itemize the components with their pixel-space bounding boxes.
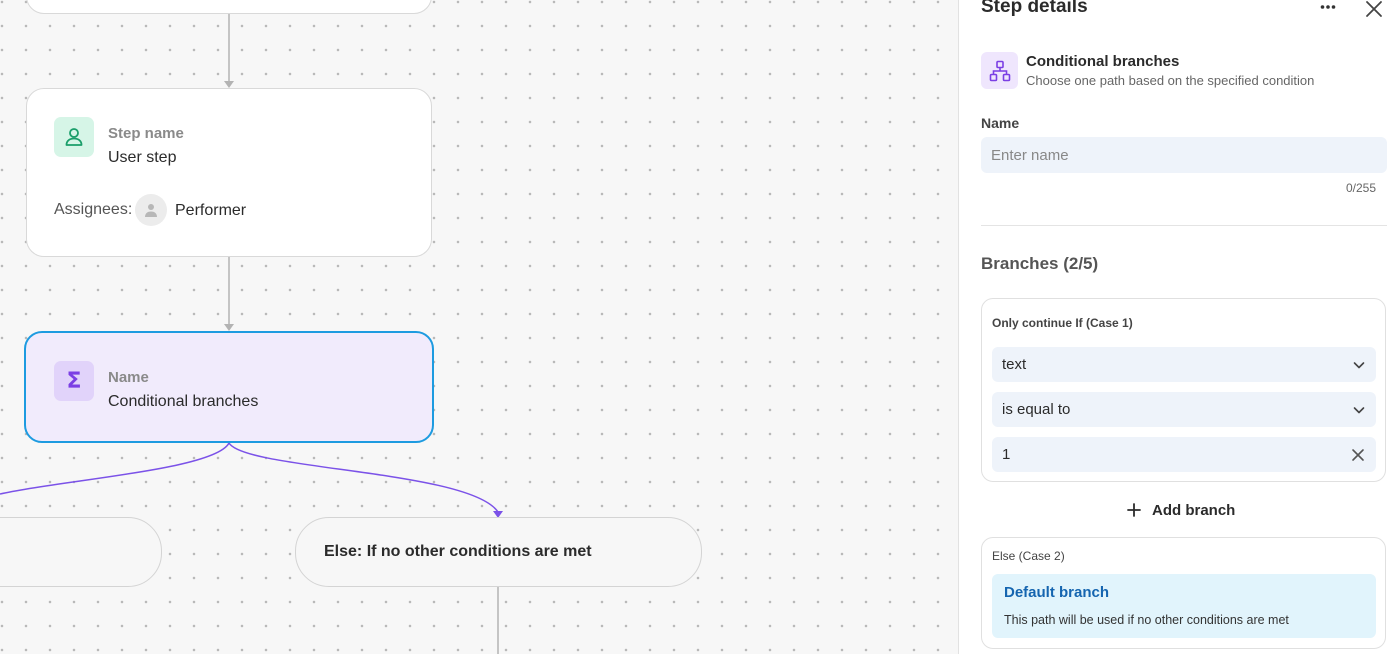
- default-branch-description: This path will be used if no other condi…: [1004, 613, 1289, 627]
- assignees-label: Assignees:: [54, 201, 133, 218]
- step-type-title: Conditional branches: [1026, 53, 1180, 70]
- add-branch-label: Add branch: [1152, 501, 1236, 519]
- branch-node-else[interactable]: Else: If no other conditions are met: [295, 517, 702, 587]
- default-branch-box: Default branch This path will be used if…: [992, 574, 1376, 638]
- user-step-node[interactable]: Step name User step Assignees: Performer: [26, 88, 432, 257]
- branch-line-left: [0, 442, 230, 495]
- assignee-name: Performer: [175, 202, 247, 219]
- step-details-panel: Step details Conditional branches Choose…: [958, 0, 1399, 654]
- cond-step-label: Name: [108, 369, 149, 386]
- case1-operator-select[interactable]: is equal to: [992, 392, 1376, 427]
- workflow-canvas[interactable]: Step name User step Assignees: Performer…: [0, 0, 958, 654]
- add-branch-button[interactable]: Add branch: [1127, 498, 1235, 522]
- else-branch-label: Else: If no other conditions are met: [324, 543, 592, 560]
- chevron-down-icon: [1353, 361, 1365, 368]
- case1-value-text: 1: [1002, 446, 1011, 463]
- case2-card: Else (Case 2) Default branch This path w…: [981, 537, 1386, 649]
- case1-title: Only continue If (Case 1): [992, 316, 1133, 330]
- user-icon: [54, 117, 94, 157]
- name-field-label: Name: [981, 115, 1020, 131]
- case1-card: Only continue If (Case 1) text is equal …: [981, 298, 1386, 482]
- step-type-description: Choose one path based on the specified c…: [1026, 73, 1315, 88]
- case1-value-input[interactable]: 1: [992, 437, 1376, 472]
- default-branch-title: Default branch: [1004, 584, 1110, 601]
- conditional-branches-node[interactable]: Σ Name Conditional branches: [24, 331, 434, 443]
- branch-node-case1[interactable]: [0, 517, 162, 587]
- branch-line-else: [228, 442, 499, 513]
- case1-operator-value: is equal to: [1002, 401, 1071, 418]
- name-input[interactable]: [981, 137, 1387, 173]
- close-icon[interactable]: [1363, 0, 1385, 20]
- plus-icon: [1127, 503, 1141, 517]
- cond-step-value: Conditional branches: [108, 393, 259, 410]
- case2-title: Else (Case 2): [992, 549, 1065, 563]
- chevron-down-icon: [1353, 406, 1365, 413]
- panel-title: Step details: [981, 0, 1088, 17]
- person-icon: [145, 204, 157, 217]
- divider: [981, 225, 1387, 226]
- name-char-counter: 0/255: [1346, 181, 1377, 195]
- sigma-icon: Σ: [54, 361, 94, 401]
- ellipsis-icon[interactable]: [1316, 0, 1340, 16]
- avatar: [135, 194, 167, 226]
- user-step-label: Step name: [108, 125, 184, 142]
- case1-field-value: text: [1002, 356, 1027, 373]
- branches-title: Branches (2/5): [981, 254, 1099, 273]
- user-step-value: User step: [108, 149, 177, 166]
- hierarchy-icon: [981, 52, 1018, 89]
- arrowhead-cond: [224, 324, 234, 331]
- case1-field-select[interactable]: text: [992, 347, 1376, 382]
- arrowhead-user: [224, 81, 234, 88]
- clear-icon[interactable]: [1350, 447, 1366, 463]
- previous-step-node[interactable]: [26, 0, 432, 14]
